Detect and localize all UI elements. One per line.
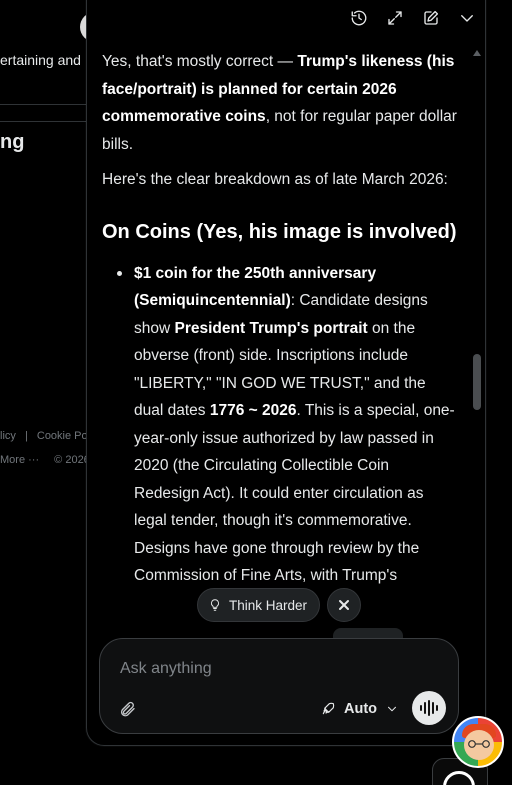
history-button[interactable] (341, 1, 377, 35)
grok-logo-icon (443, 771, 475, 785)
model-mode-select[interactable]: Auto (320, 697, 399, 721)
footer-separator: | (24, 430, 28, 442)
think-harder-button[interactable]: Think Harder (197, 588, 321, 622)
glasses-icon (468, 740, 490, 748)
panel-toolbar (341, 0, 485, 36)
composer: Auto (99, 638, 459, 734)
background-footer-row: licy | Cookie Po (0, 430, 94, 442)
attach-button[interactable] (116, 697, 140, 721)
scrollbar[interactable] (471, 46, 483, 626)
scroll-up-arrow-icon[interactable] (473, 50, 481, 56)
message-paragraph: Here's the clear breakdown as of late Ma… (102, 171, 448, 188)
collapse-button[interactable] (449, 1, 485, 35)
background-divider (0, 121, 90, 122)
footer-link-more[interactable]: More ··· (0, 454, 39, 466)
message-bold-text: President Trump's portrait (174, 319, 368, 337)
footer-link-cookie[interactable]: Cookie Po (37, 430, 88, 442)
scroll-to-bottom-button[interactable] (333, 628, 403, 638)
ask-input[interactable] (120, 657, 440, 681)
expand-icon (388, 11, 402, 25)
history-icon (351, 10, 367, 26)
bullet-list: $1 coin for the 250th anniversary (Semiq… (102, 260, 458, 590)
paperclip-icon (121, 701, 135, 717)
message-paragraph: Yes, that's mostly correct — Trump's lik… (102, 48, 458, 158)
chevron-down-icon (461, 15, 473, 22)
message-bold-text: 1776 ~ 2026 (209, 402, 297, 419)
mode-label: Auto (344, 701, 378, 717)
chevron-down-icon (388, 706, 397, 712)
message-text: Yes, that's mostly correct — (102, 53, 298, 70)
footer-copyright: © 2026 (54, 454, 90, 466)
footer-link-policy[interactable]: licy (0, 430, 16, 442)
background-text-snippet: ertaining and (0, 52, 81, 68)
scrollbar-thumb[interactable] (473, 354, 481, 410)
new-chat-button[interactable] (413, 1, 449, 35)
list-item: $1 coin for the 250th anniversary (Semiq… (117, 260, 458, 590)
expand-button[interactable] (377, 1, 413, 35)
waveform-icon (420, 700, 438, 716)
close-icon (339, 600, 349, 610)
extension-avatar-button[interactable] (452, 716, 504, 768)
think-harder-label: Think Harder (229, 597, 308, 613)
lightbulb-icon (211, 599, 219, 611)
background-heading: ng (0, 131, 25, 153)
grok-chat-panel: Yes, that's mostly correct — Trump's lik… (86, 0, 486, 746)
message-section-heading: On Coins (Yes, his image is involved) (102, 220, 457, 243)
assistant-message: Yes, that's mostly correct — Trump's lik… (102, 48, 458, 590)
message-text: . This is a special, one-year-only issue… (134, 402, 455, 584)
rocket-icon (322, 702, 335, 715)
background-footer-row: More ··· © 2026 (0, 454, 96, 466)
dismiss-button[interactable] (327, 588, 361, 622)
background-divider (0, 104, 90, 105)
edit-icon (424, 10, 439, 25)
voice-mode-button[interactable] (412, 691, 446, 725)
